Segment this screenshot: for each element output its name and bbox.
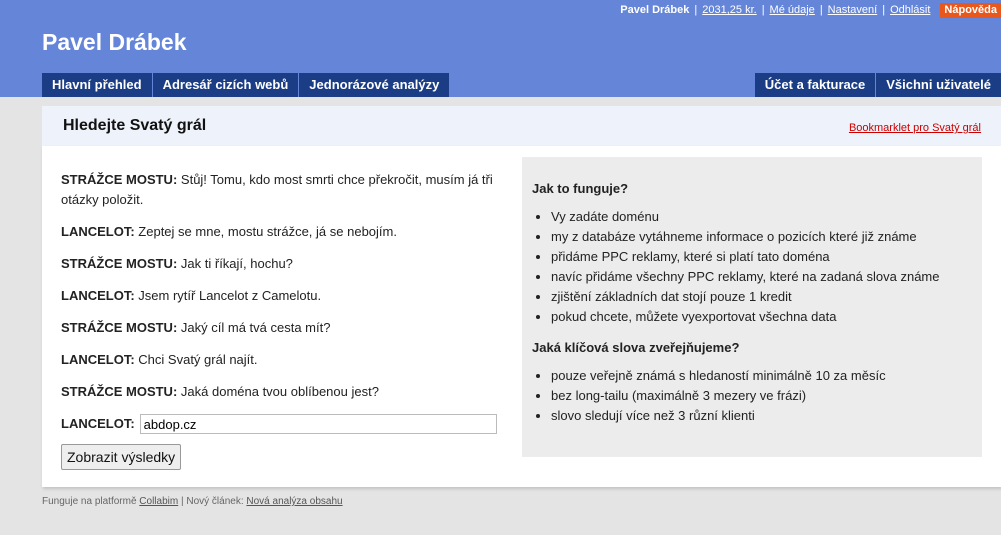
show-results-button[interactable]: Zobrazit výsledky (61, 444, 182, 470)
dialog-line: LANCELOT: Chci Svatý grál najít. (61, 350, 501, 370)
account-nav: Účet a fakturace Všichni uživatelé (754, 73, 1001, 97)
main-nav: Hlavní přehled Adresář cizích webů Jedno… (42, 73, 450, 97)
header: Pavel Drábek | 2031,25 kr. | Mé údaje | Nastav… (0, 0, 1001, 97)
page-title-bar: Hledejte Svatý grál Bookmarklet pro Svat… (42, 106, 1001, 146)
dialog-line: LANCELOT: Zeptej se mne, mostu strážce, … (61, 222, 501, 242)
domain-answer-row: LANCELOT: (61, 414, 501, 434)
dialog-speaker: STRÁŽCE MOSTU: (61, 320, 178, 335)
dialog-text: Jak ti říkají, hochu? (180, 256, 293, 271)
logout-link[interactable]: Odhlásit (890, 4, 930, 16)
tab-all-users[interactable]: Všichni uživatelé (876, 73, 1001, 97)
footer-middle: | Nový článek: (180, 496, 244, 507)
dialog-speaker: STRÁŽCE MOSTU: (61, 172, 178, 187)
user-name: Pavel Drábek (620, 4, 690, 16)
dialog-speaker: LANCELOT: (61, 352, 135, 367)
dialog-line: STRÁŽCE MOSTU: Jak ti říkají, hochu? (61, 254, 501, 274)
answer-speaker: LANCELOT: (61, 416, 135, 431)
dialog-text: Jaká doména tvou oblíbenou jest? (180, 384, 379, 399)
list-item: navíc přidáme všechny PPC reklamy, které… (551, 267, 972, 287)
tab-main-overview[interactable]: Hlavní přehled (42, 73, 152, 97)
dialog-speaker: STRÁŽCE MOSTU: (61, 384, 178, 399)
dialog-speaker: STRÁŽCE MOSTU: (61, 256, 178, 271)
tab-account-billing[interactable]: Účet a fakturace (754, 73, 876, 97)
list-item: my z databáze vytáhneme informace o pozi… (551, 227, 972, 247)
keywords-heading: Jaká klíčová slova zveřejňujeme? (532, 340, 740, 355)
list-item: Vy zadáte doménu (551, 207, 972, 227)
list-item: přidáme PPC reklamy, které si platí tato… (551, 247, 972, 267)
dialog-line: LANCELOT: Jsem rytíř Lancelot z Camelotu… (61, 286, 501, 306)
dialog-line: STRÁŽCE MOSTU: Jaký cíl má tvá cesta mít… (61, 318, 501, 338)
dialog-speaker: LANCELOT: (61, 288, 135, 303)
help-button[interactable]: Nápověda (940, 3, 1001, 18)
list-item: zjištění základních dat stojí pouze 1 kr… (551, 287, 972, 307)
top-user-bar: Pavel Drábek | 2031,25 kr. | Mé údaje | Nastav… (620, 3, 1001, 18)
list-item: slovo sledují více než 3 různí klienti (551, 406, 972, 426)
platform-link[interactable]: Collabim (139, 496, 178, 507)
dialog-line: STRÁŽCE MOSTU: Stůj! Tomu, kdo most smrt… (61, 170, 501, 210)
domain-input[interactable] (139, 414, 497, 434)
info-box: Jak to funguje? Vy zadáte doménu my z da… (522, 157, 982, 457)
keywords-list: pouze veřejně známá s hledaností minimál… (551, 366, 972, 426)
tab-foreign-sites[interactable]: Adresář cizích webů (152, 73, 299, 97)
footer: Funguje na platformě Collabim | Nový člá… (42, 496, 343, 507)
article-link[interactable]: Nová analýza obsahu (246, 496, 342, 507)
how-it-works-heading: Jak to funguje? (532, 181, 629, 196)
list-item: pokud chcete, můžete vyexportovat všechn… (551, 307, 972, 327)
dialog-speaker: LANCELOT: (61, 224, 135, 239)
dialog-line: STRÁŽCE MOSTU: Jaká doména tvou oblíbeno… (61, 382, 501, 402)
my-details-link[interactable]: Mé údaje (770, 4, 815, 16)
dialog-text: Zeptej se mne, mostu strážce, já se nebo… (138, 224, 397, 239)
credit-link[interactable]: 2031,25 kr. (702, 4, 756, 16)
page-title: Hledejte Svatý grál (63, 117, 207, 134)
dialog-text: Chci Svatý grál najít. (138, 352, 258, 367)
brand-title: Pavel Drábek (42, 29, 187, 55)
list-item: bez long-tailu (maximálně 3 mezery ve fr… (551, 386, 972, 406)
bookmarklet-link[interactable]: Bookmarklet pro Svatý grál (849, 122, 981, 134)
how-it-works-list: Vy zadáte doménu my z databáze vytáhneme… (551, 207, 972, 327)
list-item: pouze veřejně známá s hledaností minimál… (551, 366, 972, 386)
dialog-text: Jsem rytíř Lancelot z Camelotu. (138, 288, 322, 303)
content-panel: STRÁŽCE MOSTU: Stůj! Tomu, kdo most smrt… (42, 146, 1001, 487)
settings-link[interactable]: Nastavení (828, 4, 878, 16)
footer-prefix: Funguje na platformě (42, 496, 137, 507)
dialog: STRÁŽCE MOSTU: Stůj! Tomu, kdo most smrt… (61, 170, 501, 470)
tab-one-time-analyses[interactable]: Jednorázové analýzy (299, 73, 450, 97)
dialog-text: Jaký cíl má tvá cesta mít? (180, 320, 331, 335)
